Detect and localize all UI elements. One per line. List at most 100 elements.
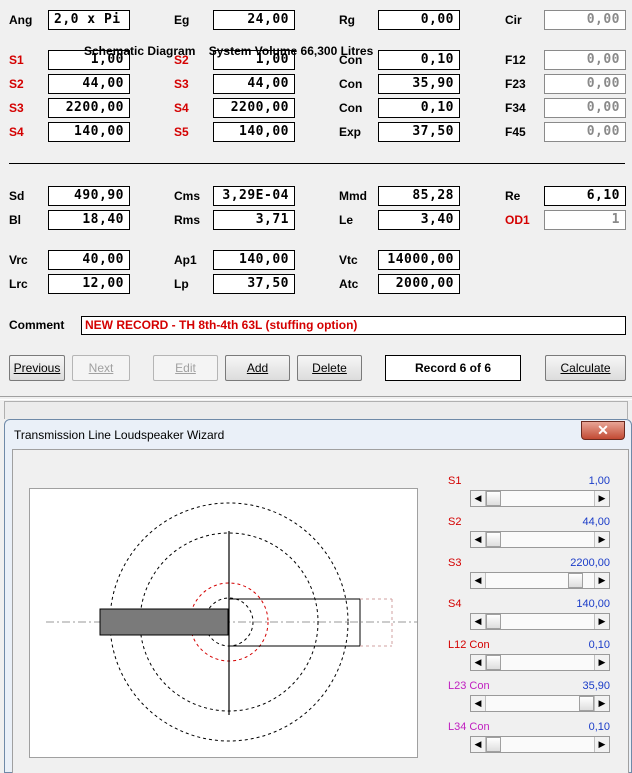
con1-field[interactable]: 0,10 xyxy=(378,50,460,70)
atc-label: Atc xyxy=(339,277,359,291)
re-field[interactable]: 6,10 xyxy=(544,186,626,206)
slider-s2[interactable]: ◀ ▶ xyxy=(470,531,610,548)
slider-thumb[interactable] xyxy=(579,696,594,711)
rms-label: Rms xyxy=(174,213,201,227)
scroll-left-icon[interactable]: ◀ xyxy=(471,573,486,588)
s2-label: S2 xyxy=(9,77,24,91)
scroll-right-icon[interactable]: ▶ xyxy=(594,737,609,752)
f45-field: 0,00 xyxy=(544,122,626,142)
s5-field[interactable]: 140,00 xyxy=(213,122,295,142)
s2-field[interactable]: 44,00 xyxy=(48,74,130,94)
f23-field: 0,00 xyxy=(544,74,626,94)
scroll-right-icon[interactable]: ▶ xyxy=(594,573,609,588)
delete-button[interactable]: Delete xyxy=(297,355,362,381)
vtc-field[interactable]: 14000,00 xyxy=(378,250,460,270)
sd-field[interactable]: 490,90 xyxy=(48,186,130,206)
scroll-right-icon[interactable]: ▶ xyxy=(594,532,609,547)
scroll-left-icon[interactable]: ◀ xyxy=(471,655,486,670)
slider-label-s4: S4 xyxy=(448,598,462,610)
vrc-field[interactable]: 40,00 xyxy=(48,250,130,270)
slider-value-s3: 2200,00 xyxy=(570,557,610,569)
s4-field[interactable]: 140,00 xyxy=(48,122,130,142)
vrc-label: Vrc xyxy=(9,253,28,267)
scroll-left-icon[interactable]: ◀ xyxy=(471,696,486,711)
le-field[interactable]: 3,40 xyxy=(378,210,460,230)
slider-s3[interactable]: ◀ ▶ xyxy=(470,572,610,589)
slider-thumb[interactable] xyxy=(486,614,501,629)
mmd-field[interactable]: 85,28 xyxy=(378,186,460,206)
slider-value-l12: 0,10 xyxy=(588,639,610,651)
scroll-right-icon[interactable]: ▶ xyxy=(594,696,609,711)
slider-label-s2: S2 xyxy=(448,516,462,528)
con2-field[interactable]: 35,90 xyxy=(378,74,460,94)
slider-thumb[interactable] xyxy=(486,532,501,547)
scroll-left-icon[interactable]: ◀ xyxy=(471,737,486,752)
slider-label-l34: L34 Con xyxy=(448,721,490,733)
slider-value-l23: 35,90 xyxy=(582,680,610,692)
s3-field[interactable]: 2200,00 xyxy=(48,98,130,118)
comment-field[interactable]: NEW RECORD - TH 8th-4th 63L (stuffing op… xyxy=(81,316,626,335)
rms-field[interactable]: 3,71 xyxy=(213,210,295,230)
s3a-field[interactable]: 44,00 xyxy=(213,74,295,94)
cms-field[interactable]: 3,29E-04 xyxy=(213,186,295,206)
eg-label: Eg xyxy=(174,13,190,27)
slider-l23[interactable]: ◀ ▶ xyxy=(470,695,610,712)
slider-value-s2: 44,00 xyxy=(582,516,610,528)
lp-field[interactable]: 37,50 xyxy=(213,274,295,294)
slider-s4[interactable]: ◀ ▶ xyxy=(470,613,610,630)
scroll-right-icon[interactable]: ▶ xyxy=(594,655,609,670)
system-volume: System Volume 66,300 Litres xyxy=(208,44,374,58)
slider-thumb[interactable] xyxy=(486,737,501,752)
s1-label: S1 xyxy=(9,53,24,67)
ap1-field[interactable]: 140,00 xyxy=(213,250,295,270)
ap1-label: Ap1 xyxy=(174,253,197,267)
close-icon[interactable]: ✕ xyxy=(581,421,625,440)
section-divider xyxy=(9,163,625,164)
scroll-left-icon[interactable]: ◀ xyxy=(471,491,486,506)
ang-label: Ang xyxy=(9,13,33,27)
slider-label-l23: L23 Con xyxy=(448,680,490,692)
con2-label: Con xyxy=(339,77,363,91)
scroll-right-icon[interactable]: ▶ xyxy=(594,491,609,506)
od1-label: OD1 xyxy=(505,213,530,227)
rg-field[interactable]: 0,00 xyxy=(378,10,460,30)
slider-l34[interactable]: ◀ ▶ xyxy=(470,736,610,753)
wizard-title: Transmission Line Loudspeaker Wizard xyxy=(14,428,225,442)
con3-field[interactable]: 0,10 xyxy=(378,98,460,118)
s3a-label: S3 xyxy=(174,77,189,91)
edit-button[interactable]: Edit xyxy=(153,355,218,381)
f34-field: 0,00 xyxy=(544,98,626,118)
lrc-field[interactable]: 12,00 xyxy=(48,274,130,294)
driver-block xyxy=(99,608,229,636)
od1-field: 1 xyxy=(544,210,626,230)
s3-label: S3 xyxy=(9,101,24,115)
s4a-field[interactable]: 2200,00 xyxy=(213,98,295,118)
schematic-canvas xyxy=(29,488,418,758)
add-button[interactable]: Add xyxy=(225,355,290,381)
slider-thumb[interactable] xyxy=(568,573,583,588)
exp-field[interactable]: 37,50 xyxy=(378,122,460,142)
lp-label: Lp xyxy=(174,277,189,291)
scroll-left-icon[interactable]: ◀ xyxy=(471,614,486,629)
slider-label-l12: L12 Con xyxy=(448,639,490,651)
slider-s1[interactable]: ◀ ▶ xyxy=(470,490,610,507)
scroll-right-icon[interactable]: ▶ xyxy=(594,614,609,629)
s4-label: S4 xyxy=(9,125,24,139)
scroll-left-icon[interactable]: ◀ xyxy=(471,532,486,547)
f12-field: 0,00 xyxy=(544,50,626,70)
previous-button[interactable]: Previous xyxy=(9,355,65,381)
cms-label: Cms xyxy=(174,189,201,203)
lrc-label: Lrc xyxy=(9,277,28,291)
slider-value-s4: 140,00 xyxy=(576,598,610,610)
slider-thumb[interactable] xyxy=(486,491,501,506)
atc-field[interactable]: 2000,00 xyxy=(378,274,460,294)
sd-label: Sd xyxy=(9,189,25,203)
slider-l12[interactable]: ◀ ▶ xyxy=(470,654,610,671)
bl-field[interactable]: 18,40 xyxy=(48,210,130,230)
slider-thumb[interactable] xyxy=(486,655,501,670)
eg-field[interactable]: 24,00 xyxy=(213,10,295,30)
next-button[interactable]: Next xyxy=(72,355,130,381)
ang-field[interactable]: 2,0 x Pi xyxy=(48,10,130,30)
calculate-button[interactable]: Calculate xyxy=(545,355,626,381)
record-indicator: Record 6 of 6 xyxy=(385,355,521,381)
